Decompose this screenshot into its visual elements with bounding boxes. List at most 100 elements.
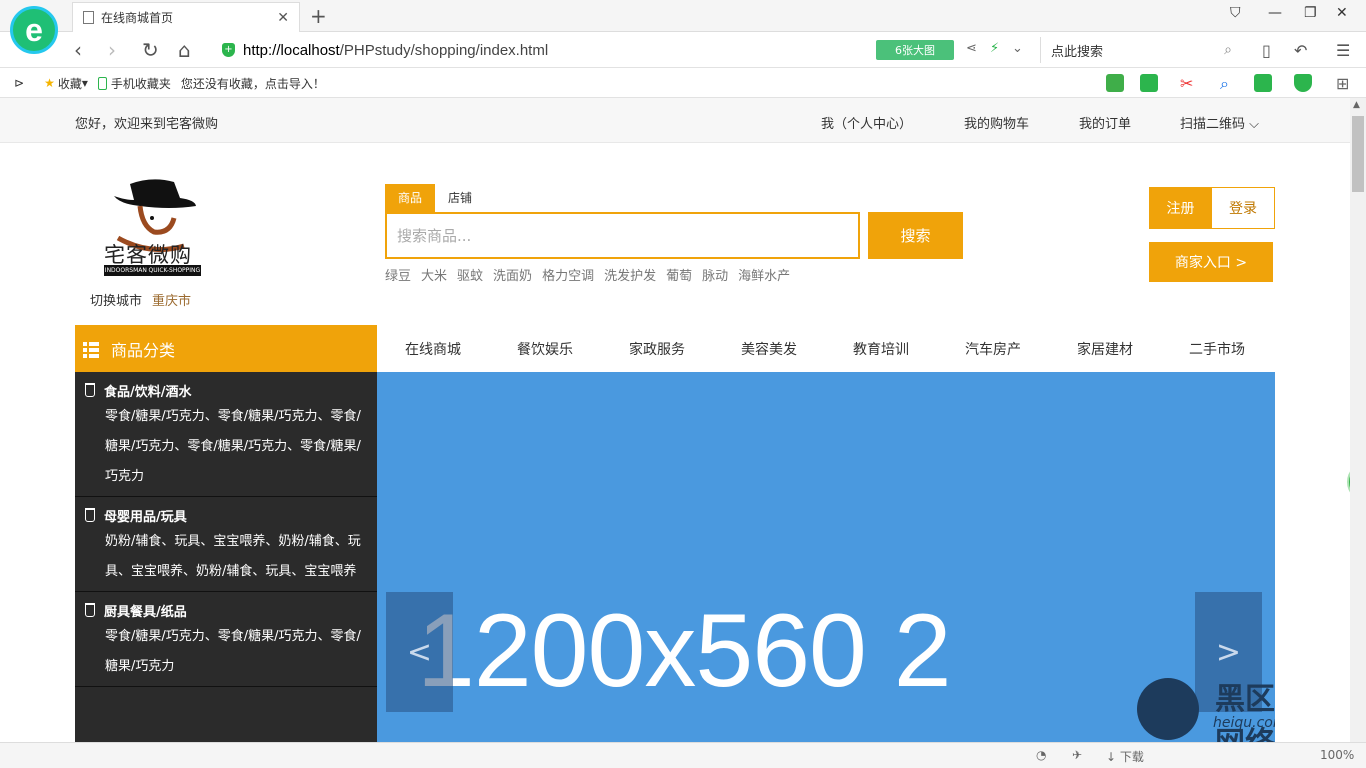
favorites-bar: ⊳ ★ 收藏 ▾ 手机收藏夹 您还没有收藏，点击导入！ <box>0 69 1366 98</box>
hotword-link[interactable]: 大米 <box>421 265 447 284</box>
category-items[interactable]: 奶粉/辅食、玩具、宝宝喂养、奶粉/辅食、玩具、宝宝喂养、奶粉/辅食、玩具、宝宝喂… <box>85 527 369 587</box>
category-group[interactable]: 食品/饮料/酒水 零食/糖果/巧克力、零食/糖果/巧克力、零食/糖果/巧克力、零… <box>75 372 377 497</box>
product-search-input[interactable]: 搜索商品... <box>385 212 860 259</box>
shirt-icon[interactable]: ⛉ <box>1230 5 1241 21</box>
close-window-icon[interactable]: ✕ <box>1336 5 1348 21</box>
user-center-link[interactable]: 我（个人中心） <box>821 113 912 132</box>
qrcode-link[interactable]: 扫描二维码 ⌵ <box>1180 113 1259 132</box>
menu-icon[interactable]: ☰ <box>1336 41 1350 60</box>
search-button[interactable]: 搜索 <box>868 212 963 259</box>
scissors-icon[interactable]: ✂ <box>1180 74 1198 93</box>
browser-search-input[interactable]: 点此搜索 ⌕ <box>1040 37 1238 63</box>
book-icon[interactable] <box>1106 74 1124 92</box>
carousel-prev-button[interactable]: < <box>386 592 453 712</box>
apps-icon[interactable]: ⊞ <box>1336 74 1354 93</box>
sidebar-toggle-icon[interactable]: ⊳ <box>14 76 24 90</box>
hotword-link[interactable]: 洗发护发 <box>604 265 656 284</box>
hotword-link[interactable]: 驱蚊 <box>457 265 483 284</box>
tab-shops[interactable]: 店铺 <box>435 184 485 212</box>
category-items[interactable]: 零食/糖果/巧克力、零食/糖果/巧克力、零食/糖果/巧克力、零食/糖果/巧克力、… <box>85 402 369 492</box>
back-icon[interactable]: ‹ <box>74 38 82 62</box>
zoom-level[interactable]: 100% <box>1320 748 1354 762</box>
tab-title: 在线商城首页 <box>101 11 174 25</box>
hotword-link[interactable]: 洗面奶 <box>493 265 532 284</box>
category-header[interactable]: 商品分类 <box>75 325 377 372</box>
nav-item[interactable]: 在线商城 <box>377 339 489 359</box>
restore-icon[interactable]: ❐ <box>1304 5 1317 21</box>
pin-icon[interactable]: ✈ <box>1072 748 1082 762</box>
download-label: 下载 <box>1119 750 1144 764</box>
merchant-entry-button[interactable]: 商家入口 > <box>1149 242 1273 282</box>
search-tabs: 商品 店铺 <box>385 184 485 212</box>
tab-goods[interactable]: 商品 <box>385 184 436 212</box>
chevron-down-icon[interactable]: ⌄ <box>1012 41 1023 56</box>
city-label: 切换城市 <box>90 294 143 309</box>
speed-icon[interactable]: ◔ <box>1036 748 1046 762</box>
magnifier-icon[interactable]: ⌕ <box>1220 74 1238 93</box>
hot-keywords: 绿豆 大米 驱蚊 洗面奶 格力空调 洗发护发 葡萄 脉动 海鲜水产 <box>385 265 800 284</box>
watermark-circle-icon <box>1137 678 1199 740</box>
star-icon: ★ <box>44 76 55 90</box>
main-nav: 在线商城 餐饮娱乐 家政服务 美容美发 教育培训 汽车房产 家居建材 二手市场 <box>377 325 1275 372</box>
big-image-button[interactable]: 6张大图 <box>876 40 954 60</box>
page-icon <box>83 11 94 24</box>
logo-subtitle: INDOORSMAN QUICK-SHOPPING <box>104 265 201 276</box>
nav-item[interactable]: 家政服务 <box>601 339 713 359</box>
home-icon[interactable]: ⌂ <box>178 38 191 62</box>
nav-item[interactable]: 教育培训 <box>825 339 937 359</box>
banner-carousel[interactable]: 1200x560 2 < > 黑区网络 heiqu.com <box>377 372 1275 742</box>
city-switcher[interactable]: 切换城市 重庆市 <box>90 290 191 309</box>
category-group[interactable]: 母婴用品/玩具 奶粉/辅食、玩具、宝宝喂养、奶粉/辅食、玩具、宝宝喂养、奶粉/辅… <box>75 497 377 592</box>
banner-placeholder-text: 1200x560 2 <box>417 593 952 709</box>
browser-tab[interactable]: 在线商城首页 ✕ <box>72 2 300 32</box>
big-image-label: 6张大图 <box>895 44 935 57</box>
search-icon[interactable]: ⌕ <box>1224 42 1232 58</box>
tab-close-icon[interactable]: ✕ <box>277 10 289 26</box>
page-scrollbar[interactable]: ▲ <box>1350 98 1366 742</box>
undo-icon[interactable]: ↶ <box>1294 41 1307 60</box>
register-button[interactable]: 注册 <box>1149 187 1212 229</box>
gamepad-icon[interactable] <box>1254 74 1272 92</box>
category-title: 厨具餐具/纸品 <box>85 600 369 620</box>
cart-link[interactable]: 我的购物车 <box>964 113 1029 132</box>
minimize-icon[interactable]: — <box>1268 5 1282 21</box>
category-title-label: 母婴用品/玩具 <box>104 509 187 525</box>
url-text: http://localhost/PHPstudy/shopping/index… <box>243 41 549 59</box>
category-list: 食品/饮料/酒水 零食/糖果/巧克力、零食/糖果/巧克力、零食/糖果/巧克力、零… <box>75 372 377 742</box>
hotword-link[interactable]: 格力空调 <box>542 265 594 284</box>
mobile-icon[interactable]: ▯ <box>1262 41 1271 60</box>
forward-icon[interactable]: › <box>108 38 116 62</box>
download-button[interactable]: ↓ 下载 <box>1106 748 1144 765</box>
import-favorites-link[interactable]: 您还没有收藏，点击导入！ <box>181 75 325 92</box>
welcome-text: 您好，欢迎来到宅客微购 <box>75 117 219 132</box>
category-title: 母婴用品/玩具 <box>85 505 369 525</box>
hotword-link[interactable]: 葡萄 <box>666 265 692 284</box>
nav-item[interactable]: 汽车房产 <box>937 339 1049 359</box>
category-group[interactable]: 厨具餐具/纸品 零食/糖果/巧克力、零食/糖果/巧克力、零食/糖果/巧克力 <box>75 592 377 687</box>
lightning-icon[interactable]: ⚡ <box>990 41 999 56</box>
category-items[interactable]: 零食/糖果/巧克力、零食/糖果/巧克力、零食/糖果/巧克力 <box>85 622 369 682</box>
nav-item[interactable]: 二手市场 <box>1161 339 1273 359</box>
category-title-label: 食品/饮料/酒水 <box>104 384 192 400</box>
new-tab-icon[interactable]: + <box>310 4 327 28</box>
hotword-link[interactable]: 绿豆 <box>385 265 411 284</box>
hotword-link[interactable]: 脉动 <box>702 265 728 284</box>
nav-item[interactable]: 餐饮娱乐 <box>489 339 601 359</box>
favorites-button[interactable]: ★ 收藏 ▾ <box>44 75 88 92</box>
shield-icon[interactable] <box>1294 74 1312 92</box>
security-shield-icon: + <box>222 43 235 57</box>
share-icon[interactable]: ⋖ <box>966 41 977 56</box>
mobile-favorites-button[interactable]: 手机收藏夹 <box>97 75 171 92</box>
login-button[interactable]: 登录 <box>1211 187 1275 229</box>
scroll-up-icon[interactable]: ▲ <box>1353 100 1360 110</box>
browser-logo-icon[interactable]: e <box>10 6 58 54</box>
nav-item[interactable]: 家居建材 <box>1049 339 1161 359</box>
hotword-link[interactable]: 海鲜水产 <box>738 265 790 284</box>
scroll-thumb[interactable] <box>1352 116 1364 192</box>
translate-icon[interactable] <box>1140 74 1158 92</box>
reload-icon[interactable]: ↻ <box>142 38 159 62</box>
watermark-logo: 黑区网络 heiqu.com <box>1137 670 1275 742</box>
orders-link[interactable]: 我的订单 <box>1079 113 1131 132</box>
nav-item[interactable]: 美容美发 <box>713 339 825 359</box>
category-title: 食品/饮料/酒水 <box>85 380 369 400</box>
